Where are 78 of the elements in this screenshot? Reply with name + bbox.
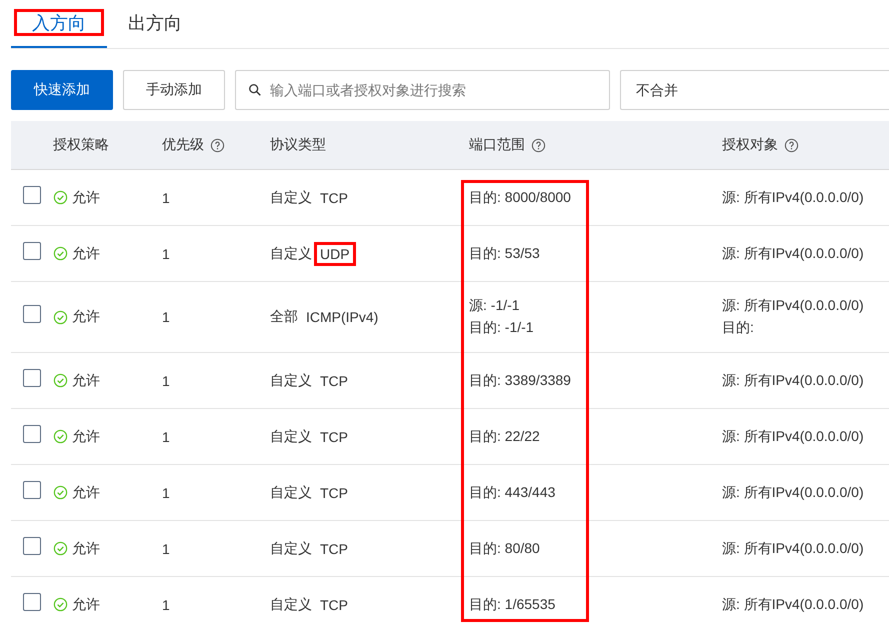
checkbox[interactable]	[23, 186, 41, 204]
protocol-name: UDP	[314, 242, 356, 266]
priority-text: 1	[162, 484, 170, 500]
column-header: 端口范围	[469, 136, 525, 154]
check-circle-icon	[53, 597, 68, 612]
priority-text: 1	[162, 372, 170, 388]
target-text: 源: 所有IPv4(0.0.0.0/0)	[722, 596, 864, 614]
checkbox[interactable]	[23, 242, 41, 260]
column-header: 授权策略	[53, 136, 109, 154]
policy-text: 允许	[72, 244, 100, 262]
check-circle-icon	[53, 485, 68, 500]
protocol-name: ICMP(IPv4)	[305, 308, 380, 327]
target-text: 源: 所有IPv4(0.0.0.0/0)	[722, 188, 864, 206]
protocol-name: TCP	[319, 428, 349, 446]
protocol-scope: 自定义	[270, 244, 312, 262]
protocol-scope: 自定义	[270, 372, 312, 390]
check-circle-icon	[53, 373, 68, 388]
protocol-name: TCP	[319, 188, 349, 208]
target-text: 源: 所有IPv4(0.0.0.0/0)	[722, 372, 864, 390]
policy-text: 允许	[72, 372, 100, 390]
checkbox[interactable]	[23, 536, 41, 554]
policy-text: 允许	[72, 596, 100, 614]
protocol-scope: 自定义	[270, 188, 312, 206]
policy-text: 允许	[72, 308, 100, 326]
priority-text: 1	[162, 309, 170, 325]
target-text: 源: 所有IPv4(0.0.0.0/0)	[722, 244, 864, 262]
protocol-name: TCP	[319, 372, 349, 390]
checkbox[interactable]	[23, 424, 41, 442]
policy-text: 允许	[72, 188, 100, 206]
priority-text: 1	[162, 540, 170, 556]
policy-text: 允许	[72, 484, 100, 502]
priority-text: 1	[162, 190, 170, 206]
policy-text: 允许	[72, 540, 100, 558]
priority-text: 1	[162, 246, 170, 262]
port-range-text: 目的: 3389/3389	[469, 372, 571, 390]
column-header: 授权对象	[722, 136, 778, 154]
search-icon	[248, 83, 262, 97]
protocol-scope: 自定义	[270, 540, 312, 558]
target-text: 源: 所有IPv4(0.0.0.0/0)	[722, 540, 864, 558]
check-circle-icon	[53, 246, 68, 261]
checkbox[interactable]	[23, 305, 41, 323]
target-text: 源: 所有IPv4(0.0.0.0/0)	[722, 484, 864, 502]
protocol-scope: 自定义	[270, 484, 312, 502]
protocol-name: TCP	[319, 484, 349, 502]
port-range-text: 目的: 80/80	[469, 540, 540, 558]
target-text: 源: 所有IPv4(0.0.0.0/0)	[722, 297, 864, 315]
column-header: 优先级	[162, 136, 204, 154]
checkbox[interactable]	[23, 368, 41, 386]
quick-add-button[interactable]: 快速添加	[11, 70, 113, 110]
check-circle-icon	[53, 190, 68, 205]
port-range-text: 目的: 22/22	[469, 428, 540, 446]
column-header: 协议类型	[270, 136, 326, 154]
checkbox[interactable]	[23, 480, 41, 498]
policy-text: 允许	[72, 428, 100, 446]
protocol-scope: 自定义	[270, 428, 312, 446]
port-range-text: 目的: 1/65535	[469, 596, 556, 614]
priority-text: 1	[162, 428, 170, 444]
check-circle-icon	[53, 541, 68, 556]
port-range-text: 目的: 443/443	[469, 484, 556, 502]
manual-add-button[interactable]: 手动添加	[123, 70, 225, 110]
checkbox[interactable]	[23, 592, 41, 610]
priority-text: 1	[162, 596, 170, 612]
port-range-text: 目的: -1/-1	[469, 319, 534, 337]
protocol-name: TCP	[319, 540, 349, 558]
protocol-scope: 自定义	[270, 596, 312, 614]
port-range-text: 源: -1/-1	[469, 297, 520, 315]
port-range-text: 目的: 8000/8000	[469, 188, 571, 206]
check-circle-icon	[53, 310, 68, 324]
search-field[interactable]: 输入端口或者授权对象进行搜索	[235, 70, 610, 110]
protocol-name: TCP	[319, 596, 349, 614]
target-text: 目的:	[722, 319, 754, 337]
tab[interactable]: 出方向	[107, 0, 203, 48]
merge-select[interactable]: 不合并	[620, 70, 889, 110]
protocol-scope: 全部	[270, 308, 298, 326]
check-circle-icon	[53, 429, 68, 444]
tab[interactable]: 入方向	[11, 0, 107, 48]
target-text: 源: 所有IPv4(0.0.0.0/0)	[722, 428, 864, 446]
port-range-text: 目的: 53/53	[469, 244, 540, 262]
